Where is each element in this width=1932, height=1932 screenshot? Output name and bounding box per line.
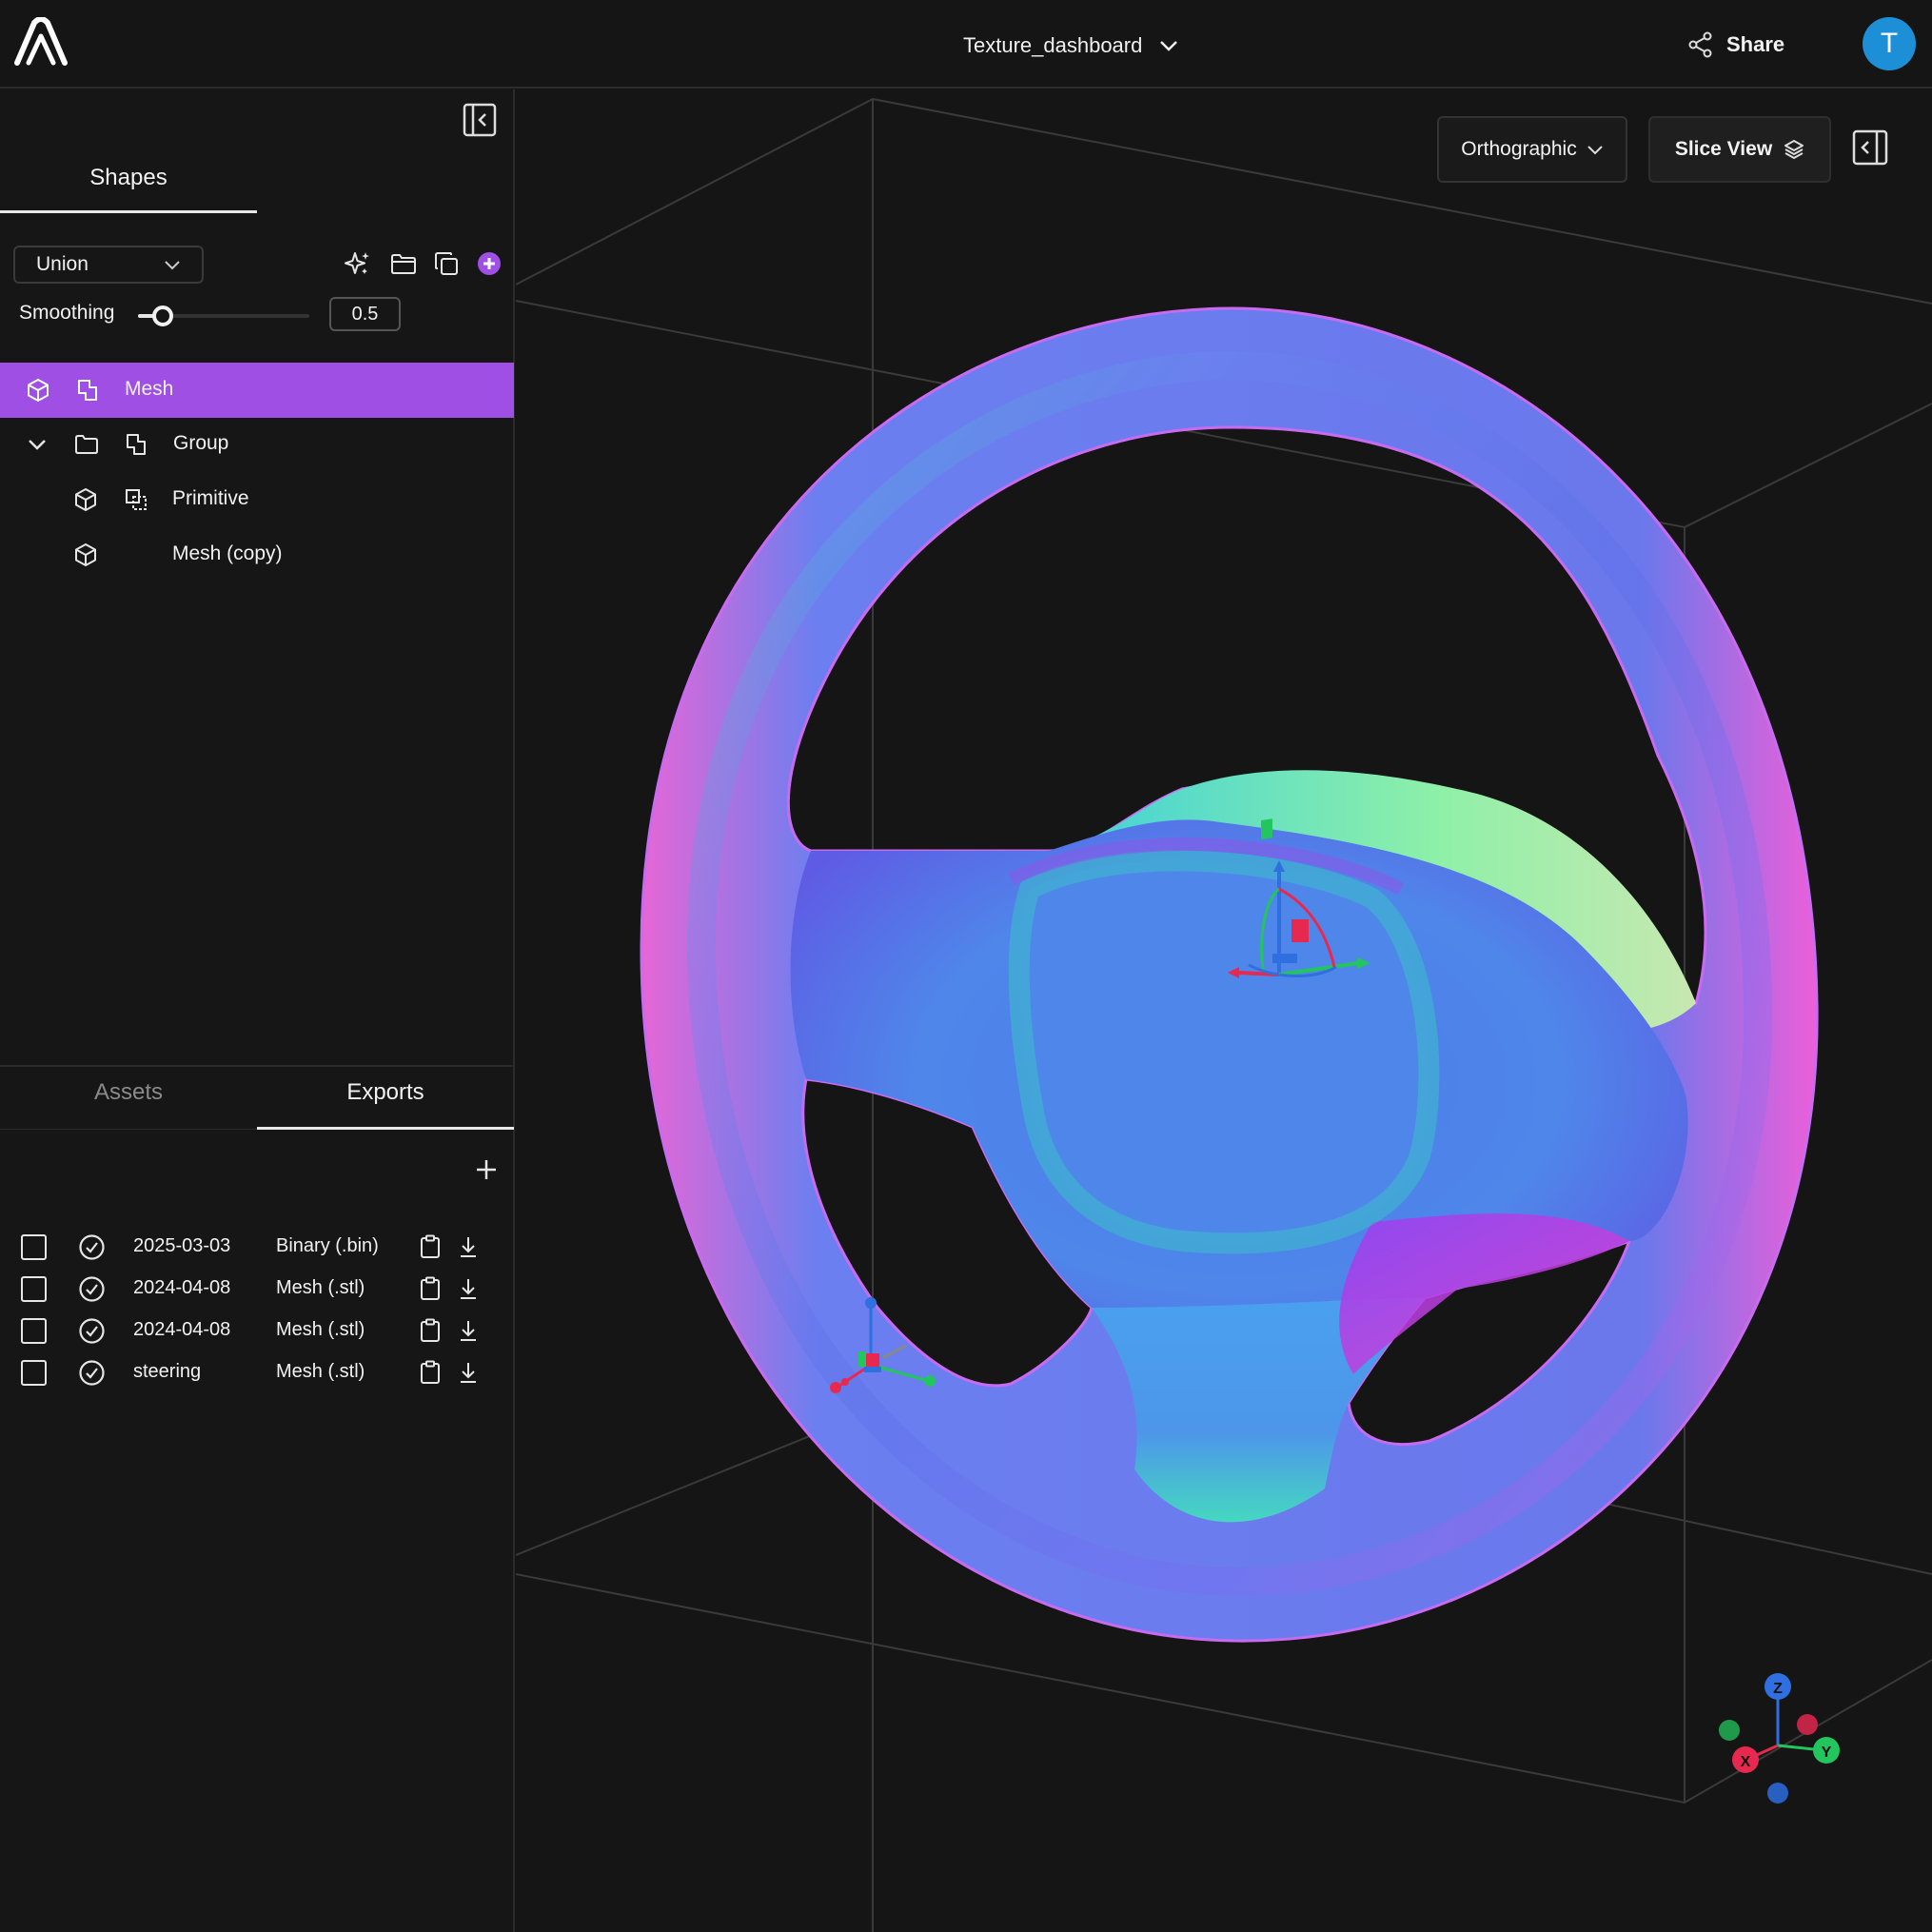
tree-item-group[interactable]: Group: [0, 417, 514, 472]
folder-icon: [75, 435, 98, 454]
cube-icon: [28, 379, 49, 402]
export-row[interactable]: 2024-04-08 Mesh (.stl): [0, 1310, 514, 1351]
export-row[interactable]: 2024-04-08 Mesh (.stl): [0, 1268, 514, 1310]
download-icon[interactable]: [457, 1276, 480, 1301]
cube-icon: [75, 543, 96, 566]
clipboard-icon[interactable]: [419, 1234, 442, 1259]
orientation-axes[interactable]: Z Y X: [1719, 1673, 1840, 1804]
tab-shapes[interactable]: Shapes: [0, 158, 257, 213]
export-name: 2024-04-08: [133, 1277, 231, 1298]
check-circle-icon: [79, 1234, 105, 1260]
check-circle-icon: [79, 1318, 105, 1344]
export-row[interactable]: 2025-03-03 Binary (.bin): [0, 1226, 514, 1268]
export-format: Mesh (.stl): [276, 1277, 365, 1298]
duplicate-icon[interactable]: [432, 249, 461, 278]
axis-label-x: X: [1741, 1754, 1751, 1770]
clipboard-icon[interactable]: [419, 1360, 442, 1385]
operation-select[interactable]: Union: [13, 246, 204, 284]
chevron-down-icon: [1587, 146, 1603, 155]
download-icon[interactable]: [457, 1318, 480, 1343]
top-bar: Texture_dashboard Share T: [0, 0, 1932, 89]
sidebar: Shapes Union Smoothing 0.5 Mesh Group Pr…: [0, 89, 515, 1932]
document-title: Texture_dashboard: [963, 33, 1143, 57]
projection-dropdown[interactable]: Orthographic: [1437, 116, 1627, 183]
clipboard-icon[interactable]: [419, 1318, 442, 1343]
tree-item-label: Primitive: [172, 487, 249, 509]
plus-circle-icon[interactable]: [475, 249, 503, 278]
add-export-icon[interactable]: [472, 1155, 501, 1184]
clipboard-icon[interactable]: [419, 1276, 442, 1301]
document-title-dropdown[interactable]: Texture_dashboard: [963, 31, 1178, 60]
chevron-down-icon: [165, 261, 180, 270]
collapse-sidebar-icon[interactable]: [463, 103, 497, 137]
tree-item-label: Group: [173, 432, 229, 454]
tab-underline: [0, 1129, 257, 1130]
cube-icon: [75, 488, 96, 511]
tree-item-mesh[interactable]: Mesh: [0, 363, 514, 418]
tree-item-primitive[interactable]: Primitive: [0, 472, 514, 527]
sparkles-icon[interactable]: [344, 249, 372, 278]
toggle-right-panel-icon[interactable]: [1852, 129, 1888, 166]
export-row[interactable]: steering Mesh (.stl): [0, 1351, 514, 1393]
layers-icon: [1784, 140, 1804, 160]
tree-item-label: Mesh: [125, 378, 174, 400]
chevron-down-icon[interactable]: [25, 432, 49, 457]
projection-label: Orthographic: [1461, 138, 1577, 160]
download-icon[interactable]: [457, 1234, 480, 1259]
tab-assets[interactable]: Assets: [0, 1079, 257, 1106]
share-button[interactable]: Share: [1688, 29, 1784, 61]
active-tab-indicator: [257, 1127, 514, 1130]
axis-label-y: Y: [1822, 1745, 1832, 1761]
union-icon: [78, 380, 97, 401]
chevron-down-icon: [1160, 41, 1178, 51]
slice-view-button[interactable]: Slice View: [1648, 116, 1831, 183]
export-format: Mesh (.stl): [276, 1361, 365, 1382]
union-icon: [127, 434, 146, 455]
steering-wheel-mesh[interactable]: [640, 306, 1819, 1643]
share-icon: [1688, 31, 1712, 58]
export-checkbox[interactable]: [21, 1318, 47, 1344]
share-label: Share: [1726, 32, 1785, 56]
user-avatar[interactable]: T: [1863, 17, 1916, 70]
smoothing-value-input[interactable]: 0.5: [329, 297, 401, 331]
export-checkbox[interactable]: [21, 1360, 47, 1386]
scene-canvas[interactable]: Z Y X: [516, 89, 1932, 1932]
folder-icon[interactable]: [389, 249, 418, 278]
smoothing-label: Smoothing: [19, 302, 115, 324]
slice-view-label: Slice View: [1674, 138, 1773, 160]
export-name: 2025-03-03: [133, 1235, 231, 1256]
export-format: Binary (.bin): [276, 1235, 379, 1256]
export-checkbox[interactable]: [21, 1276, 47, 1302]
intersect-icon: [126, 489, 147, 510]
app-logo-icon[interactable]: [13, 17, 69, 67]
tree-item-label: Mesh (copy): [172, 542, 283, 564]
check-circle-icon: [79, 1360, 105, 1386]
check-circle-icon: [79, 1276, 105, 1302]
download-icon[interactable]: [457, 1360, 480, 1385]
smoothing-slider-handle[interactable]: [152, 306, 173, 326]
operation-value: Union: [36, 253, 89, 275]
export-format: Mesh (.stl): [276, 1319, 365, 1340]
axis-label-z: Z: [1773, 1681, 1783, 1697]
tab-exports[interactable]: Exports: [257, 1079, 514, 1106]
export-checkbox[interactable]: [21, 1234, 47, 1260]
tree-item-mesh-copy[interactable]: Mesh (copy): [0, 527, 514, 582]
export-name: steering: [133, 1361, 202, 1382]
export-name: 2024-04-08: [133, 1319, 231, 1340]
divider: [0, 1065, 514, 1067]
3d-viewport[interactable]: Z Y X Orthographic Slice View: [516, 89, 1932, 1932]
